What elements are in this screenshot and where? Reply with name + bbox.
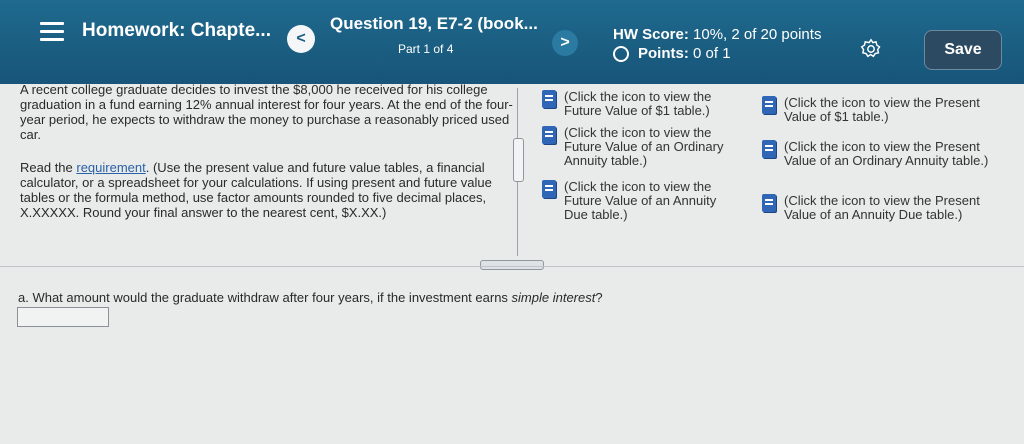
link-future-value-ordinary-annuity[interactable]: (Click the icon to view the Future Value… [542, 126, 742, 168]
points-value: 0 of 1 [693, 45, 731, 62]
link-present-value-annuity-due[interactable]: (Click the icon to view the Present Valu… [762, 194, 1012, 222]
problem-paragraph: A recent college graduate decides to inv… [20, 82, 513, 142]
link-future-value-1[interactable]: (Click the icon to view the Future Value… [542, 90, 742, 118]
gear-icon[interactable] [860, 38, 882, 60]
link-present-value-ordinary-annuity[interactable]: (Click the icon to view the Present Valu… [762, 140, 1012, 168]
save-button[interactable]: Save [924, 30, 1002, 70]
points-status-icon [613, 45, 629, 62]
previous-question-button[interactable]: < [287, 25, 315, 53]
link-label[interactable]: (Click the icon to view the Present Valu… [784, 96, 1012, 124]
book-icon[interactable] [542, 126, 556, 144]
link-label[interactable]: (Click the icon to view the Present Valu… [784, 140, 1012, 168]
read-the-text: Read the [20, 160, 77, 175]
question-a-emphasis: simple interest [511, 290, 596, 305]
link-present-value-1[interactable]: (Click the icon to view the Present Valu… [762, 96, 1012, 124]
book-icon[interactable] [542, 90, 556, 108]
link-future-value-annuity-due[interactable]: (Click the icon to view the Future Value… [542, 180, 742, 222]
link-label[interactable]: (Click the icon to view the Future Value… [564, 180, 742, 222]
link-label[interactable]: (Click the icon to view the Present Valu… [784, 194, 1012, 222]
book-icon[interactable] [542, 180, 556, 198]
next-question-button[interactable]: > [552, 30, 578, 56]
horizontal-resize-handle[interactable] [480, 260, 544, 270]
link-label[interactable]: (Click the icon to view the Future Value… [564, 90, 742, 118]
problem-statement: A recent college graduate decides to inv… [20, 82, 515, 238]
hamburger-menu-icon[interactable] [40, 22, 64, 42]
question-part: Part 1 of 4 [398, 42, 454, 56]
question-a: a. What amount would the graduate withdr… [18, 290, 603, 305]
hw-score-label: HW Score: [613, 26, 689, 43]
hw-score-value: 10%, 2 of 20 points [693, 26, 822, 43]
question-title: Question 19, E7-2 (book... [330, 14, 538, 33]
points-row: Points: 0 of 1 [613, 45, 731, 62]
answer-input[interactable] [17, 307, 109, 327]
homework-title[interactable]: Homework: Chapte... [82, 20, 271, 42]
book-icon[interactable] [762, 96, 776, 114]
points-label: Points: [638, 45, 689, 62]
vertical-resize-handle[interactable] [513, 138, 524, 182]
question-a-text: a. What amount would the graduate withdr… [18, 290, 512, 305]
book-icon[interactable] [762, 194, 776, 212]
book-icon[interactable] [762, 140, 776, 158]
section-divider [0, 266, 1024, 267]
hw-score: HW Score: 10%, 2 of 20 points [613, 26, 821, 43]
link-label[interactable]: (Click the icon to view the Future Value… [564, 126, 742, 168]
top-bar: Homework: Chapte... < Question 19, E7-2 … [0, 0, 1024, 84]
question-a-suffix: ? [595, 290, 603, 305]
instructions-paragraph: Read the requirement. (Use the present v… [20, 160, 515, 220]
requirement-link[interactable]: requirement [76, 160, 145, 175]
